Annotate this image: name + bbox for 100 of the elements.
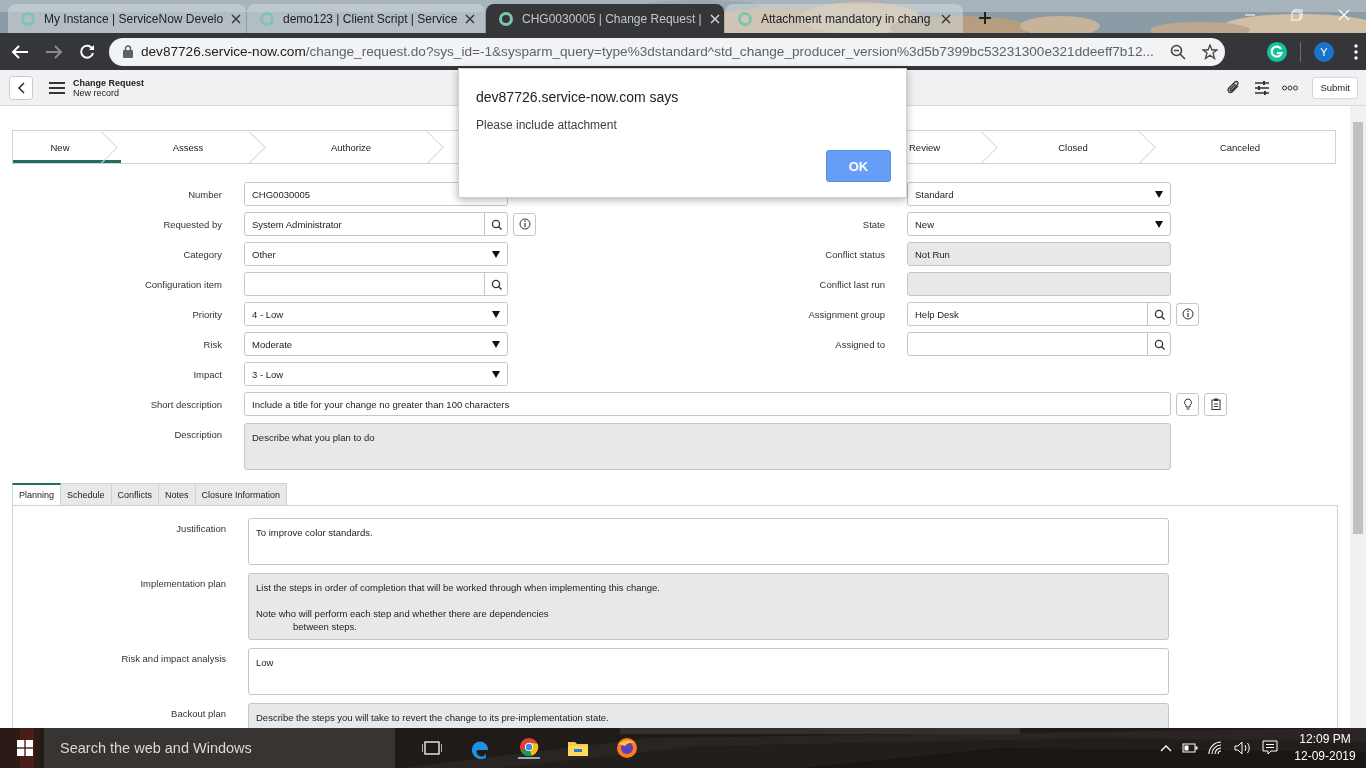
read-only-text-area: List the steps in order of completion that will be worked through when implementing this change. Note who will perform each step and whether there are dependencies between steps. bbox=[248, 573, 1169, 640]
lookup-field[interactable]: System Administrator bbox=[244, 212, 508, 236]
volume-icon[interactable] bbox=[1234, 741, 1252, 755]
folder-icon[interactable] bbox=[567, 739, 589, 757]
info-button[interactable] bbox=[513, 212, 536, 236]
notification-icon[interactable] bbox=[1262, 740, 1278, 756]
zoom-out-icon[interactable] bbox=[1169, 43, 1186, 60]
new-tab-icon[interactable] bbox=[978, 11, 992, 25]
windows-icon[interactable] bbox=[17, 740, 33, 756]
field-label: Impact bbox=[192, 368, 222, 380]
submit-button[interactable]: Submit bbox=[1312, 76, 1358, 99]
fox-globe-icon[interactable] bbox=[616, 737, 638, 759]
field-label: Risk and impact analysis bbox=[120, 652, 226, 666]
field-label: Category bbox=[182, 248, 222, 260]
search-icon bbox=[490, 278, 502, 290]
caret-icon bbox=[492, 310, 500, 318]
process-step: Assess bbox=[121, 131, 269, 163]
browser-tab[interactable]: My Instance | ServiceNow Develo bbox=[8, 4, 246, 33]
clock-time[interactable]: 12:09 PM bbox=[1294, 731, 1356, 748]
field-label: Number bbox=[187, 188, 222, 200]
chevron-left-icon bbox=[17, 81, 25, 94]
star-icon[interactable] bbox=[1201, 43, 1218, 60]
text-area[interactable]: Low bbox=[248, 648, 1169, 695]
search-field[interactable]: Search the web and Windows bbox=[44, 728, 395, 768]
form-tab[interactable]: Conflicts bbox=[111, 483, 160, 505]
field-label: Requested by bbox=[162, 218, 222, 230]
close-icon[interactable] bbox=[231, 13, 242, 24]
text-field[interactable]: Include a title for your change no greater than 100 characters bbox=[244, 392, 1171, 416]
text-area[interactable]: To improve color standards. bbox=[248, 518, 1169, 565]
form-tab[interactable]: Notes bbox=[159, 483, 196, 505]
more-icon[interactable] bbox=[1282, 84, 1299, 91]
lookup-field[interactable]: Help Desk bbox=[907, 302, 1171, 326]
suggestion-button[interactable] bbox=[1176, 392, 1199, 416]
form-tab[interactable]: Closure Information bbox=[195, 483, 288, 505]
browser-tab[interactable]: CHG0030005 | Change Request | bbox=[486, 4, 724, 33]
read-only-text-area: Describe the steps you will take to revert the change to its pre-implementation state. bbox=[248, 703, 1169, 728]
info-button[interactable] bbox=[1176, 302, 1199, 326]
battery-icon[interactable] bbox=[1182, 743, 1198, 753]
select-field[interactable]: Moderate bbox=[244, 332, 508, 356]
record-subtitle: New record bbox=[73, 87, 119, 98]
scrollbar[interactable] bbox=[1350, 106, 1366, 728]
field-label: Assignment group bbox=[807, 308, 885, 320]
close-icon[interactable] bbox=[941, 13, 951, 24]
browser-tab[interactable]: demo123 | Client Script | Service bbox=[247, 4, 485, 33]
close-icon[interactable] bbox=[465, 13, 476, 24]
read-only-text-area: Describe what you plan to do bbox=[244, 423, 1171, 470]
g-extension-icon[interactable] bbox=[1267, 41, 1287, 62]
task-view-icon[interactable] bbox=[422, 740, 442, 756]
field-label: State bbox=[861, 218, 885, 230]
chrome-style-icon[interactable] bbox=[518, 737, 540, 759]
caret-icon bbox=[492, 370, 500, 378]
caret-icon bbox=[1155, 220, 1163, 228]
back-icon[interactable] bbox=[11, 43, 29, 60]
sliders-icon[interactable] bbox=[1254, 79, 1271, 96]
select-field[interactable]: New bbox=[907, 212, 1171, 236]
field-label: Backout plan bbox=[170, 707, 226, 721]
select-field[interactable]: Other bbox=[244, 242, 508, 266]
read-only-field: Not Run bbox=[907, 242, 1171, 266]
select-field[interactable]: 4 - Low bbox=[244, 302, 508, 326]
field-label: Configuration item bbox=[143, 278, 222, 290]
address-bar[interactable]: dev87726.service-now.com/change_request.do?sys_id=-1&sysparm_query=type%3dstandard^std_change_producer_version%3d5b7399bc53231300e321ddeeff7b12... bbox=[109, 37, 1225, 66]
field-label: Priority bbox=[191, 308, 222, 320]
search-icon bbox=[1153, 338, 1165, 350]
select-field[interactable]: Standard bbox=[907, 182, 1171, 206]
dialog-title: dev87726.service-now.com says bbox=[476, 89, 680, 105]
process-step: Authorize bbox=[269, 131, 447, 163]
info-icon bbox=[1181, 308, 1194, 320]
form-tab[interactable]: Planning bbox=[12, 483, 62, 505]
process-step: Canceled bbox=[1159, 131, 1335, 163]
field-label: Description bbox=[173, 428, 222, 440]
back-button[interactable] bbox=[9, 75, 33, 100]
reload-icon[interactable] bbox=[79, 43, 95, 60]
select-field[interactable]: 3 - Low bbox=[244, 362, 508, 386]
process-step: New bbox=[13, 131, 121, 163]
field-label: Risk bbox=[202, 338, 222, 350]
ring-icon bbox=[737, 10, 753, 27]
lookup-field[interactable] bbox=[907, 332, 1171, 356]
chevron-up-icon[interactable] bbox=[1160, 744, 1172, 752]
wifi-icon[interactable] bbox=[1208, 741, 1224, 755]
template-button[interactable] bbox=[1204, 392, 1227, 416]
forward-icon[interactable] bbox=[45, 43, 63, 60]
lookup-field[interactable] bbox=[244, 272, 508, 296]
profile-avatar[interactable]: Y bbox=[1314, 41, 1334, 62]
field-label: Assigned to bbox=[834, 338, 885, 350]
ring-icon bbox=[498, 10, 514, 27]
caret-icon bbox=[492, 250, 500, 258]
search-icon bbox=[1153, 308, 1165, 320]
form-tab[interactable]: Schedule bbox=[61, 483, 112, 505]
menu-icon[interactable] bbox=[49, 81, 65, 94]
browser-tab[interactable]: Attachment mandatory in chang bbox=[725, 4, 963, 33]
ring-icon bbox=[20, 10, 36, 27]
info-icon bbox=[518, 218, 531, 230]
ring-icon bbox=[259, 10, 275, 27]
menu-icon[interactable] bbox=[1354, 43, 1358, 60]
field-label: Conflict last run bbox=[818, 278, 885, 290]
dialog-message: Please include attachment bbox=[476, 118, 618, 132]
clock-date[interactable]: 12-09-2019 bbox=[1294, 748, 1356, 765]
field-label: Conflict status bbox=[824, 248, 885, 260]
clipboard-icon bbox=[1210, 398, 1221, 410]
process-step: Closed bbox=[1001, 131, 1159, 163]
